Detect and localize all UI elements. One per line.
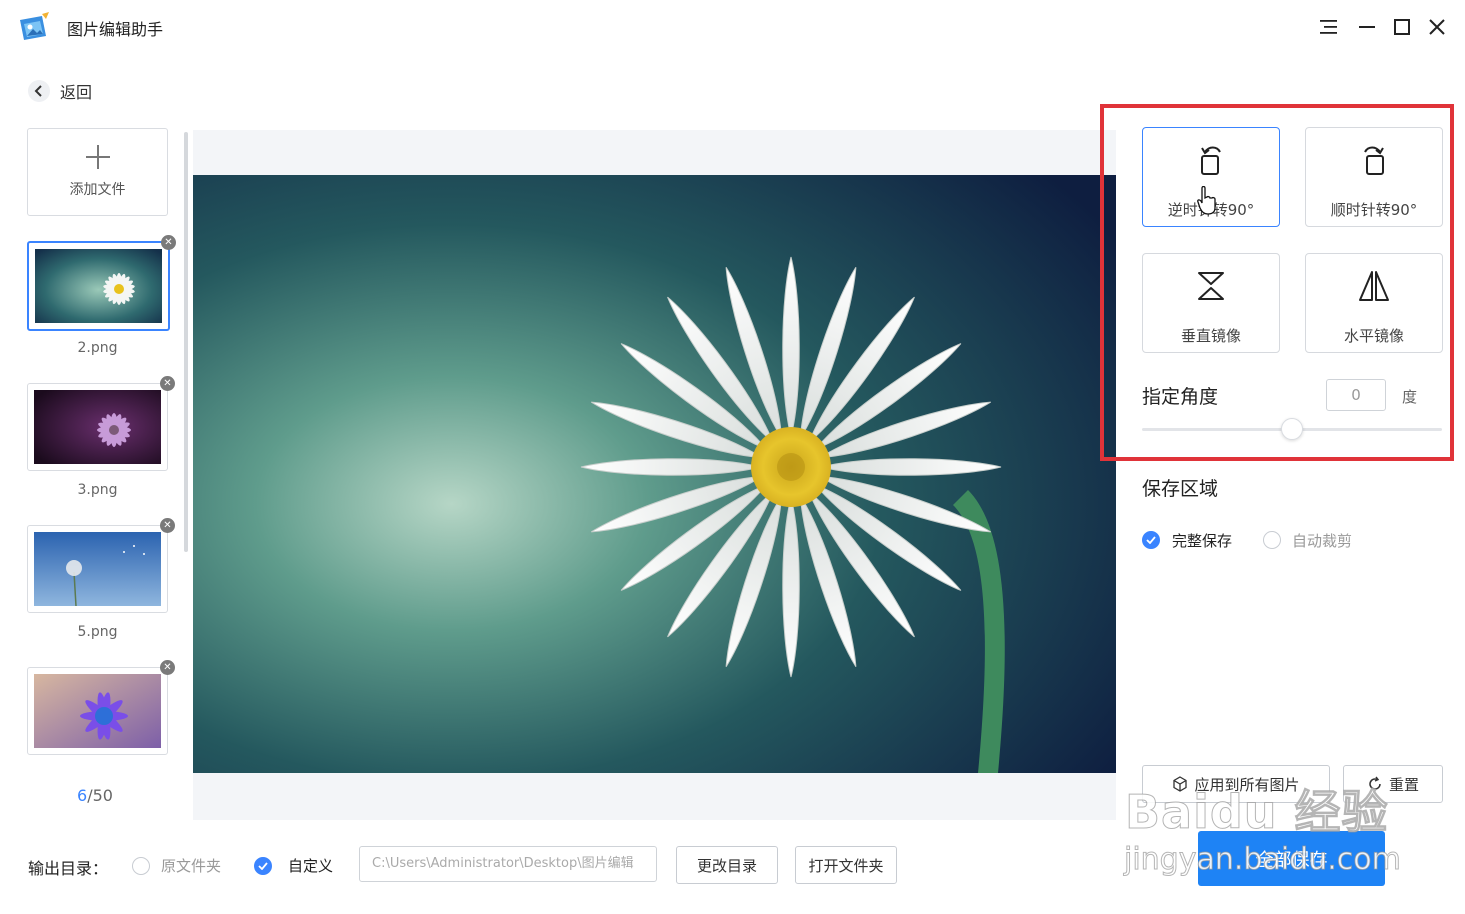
check-icon xyxy=(1146,536,1156,544)
save-all-button[interactable]: 全部保存 xyxy=(1198,831,1385,886)
app-logo-icon xyxy=(20,12,49,40)
flip-vertical-label: 垂直镜像 xyxy=(1180,327,1241,345)
thumbnail-image xyxy=(34,532,161,606)
app-title: 图片编辑助手 xyxy=(67,20,164,39)
save-all-label: 全部保存 xyxy=(1255,849,1328,871)
plus-icon xyxy=(86,145,110,169)
counter-total: /50 xyxy=(87,786,113,805)
menu-icon[interactable] xyxy=(1316,14,1342,40)
refresh-icon xyxy=(1369,776,1381,790)
output-dir-label: 输出目录： xyxy=(28,859,109,878)
flip-horizontal-button[interactable]: 水平镜像 xyxy=(1305,253,1443,353)
reset-label: 重置 xyxy=(1388,775,1419,794)
title-bar: 图片编辑助手 xyxy=(0,0,1465,55)
flip-vertical-button[interactable]: 垂直镜像 xyxy=(1142,253,1280,353)
open-folder-label: 打开文件夹 xyxy=(808,856,884,875)
flip-horizontal-label: 水平镜像 xyxy=(1343,327,1404,345)
rotate-cw-button[interactable]: 顺时针转90° xyxy=(1305,127,1443,227)
hand-cursor-icon xyxy=(1197,186,1216,215)
file-thumbnail[interactable]: ✕ xyxy=(27,376,175,471)
output-path-input[interactable]: C:\Users\Administrator\Desktop\图片编辑 xyxy=(359,846,657,882)
back-label: 返回 xyxy=(60,83,93,102)
rotate-cw-label: 顺时针转90° xyxy=(1330,201,1418,219)
remove-file-icon[interactable]: ✕ xyxy=(160,660,175,675)
thumbnail-image xyxy=(35,249,162,323)
sidebar-scrollbar[interactable] xyxy=(184,132,188,552)
rotate-cw-icon xyxy=(1364,146,1384,175)
apply-all-button[interactable]: 应用到所有图片 xyxy=(1142,765,1330,803)
change-dir-label: 更改目录 xyxy=(696,856,757,875)
chevron-left-icon xyxy=(28,80,50,102)
add-file-label: 添加文件 xyxy=(69,182,126,198)
remove-file-icon[interactable]: ✕ xyxy=(161,235,176,250)
cube-icon xyxy=(1173,776,1188,792)
flip-vertical-icon xyxy=(1198,272,1224,300)
angle-unit: 度 xyxy=(1402,388,1418,406)
save-area-title: 保存区域 xyxy=(1142,478,1219,500)
file-name: 2.png xyxy=(77,340,118,356)
flip-horizontal-icon xyxy=(1359,271,1389,301)
remove-file-icon[interactable]: ✕ xyxy=(160,376,175,391)
maximize-icon[interactable] xyxy=(1389,14,1415,40)
file-thumbnail[interactable]: ✕ xyxy=(27,518,175,613)
remove-file-icon[interactable]: ✕ xyxy=(160,518,175,533)
rotate-ccw-icon xyxy=(1201,146,1221,175)
file-thumbnail[interactable]: ✕ xyxy=(27,660,175,755)
file-counter: 6/50 xyxy=(77,786,113,805)
angle-input[interactable]: 0 xyxy=(1326,379,1386,411)
minimize-icon[interactable] xyxy=(1354,14,1380,40)
file-thumbnail[interactable]: ✕ xyxy=(27,235,176,331)
custom-folder-label: 自定义 xyxy=(288,857,334,875)
auto-crop-label: 自动裁剪 xyxy=(1292,532,1353,550)
add-file-button[interactable]: 添加文件 xyxy=(27,128,168,216)
check-icon xyxy=(258,862,268,870)
change-dir-button[interactable]: 更改目录 xyxy=(676,846,778,884)
apply-all-label: 应用到所有图片 xyxy=(1194,775,1300,794)
radio-original-folder[interactable] xyxy=(132,857,150,875)
open-folder-button[interactable]: 打开文件夹 xyxy=(795,846,897,884)
radio-auto-crop[interactable] xyxy=(1263,531,1281,549)
file-name: 5.png xyxy=(77,624,118,640)
preview-image xyxy=(193,175,1116,773)
counter-current: 6 xyxy=(77,786,88,805)
original-folder-label: 原文件夹 xyxy=(161,857,222,875)
back-button[interactable]: 返回 xyxy=(28,78,92,104)
reset-button[interactable]: 重置 xyxy=(1343,765,1443,803)
thumbnail-image xyxy=(34,390,161,464)
full-save-label: 完整保存 xyxy=(1172,532,1233,550)
angle-title: 指定角度 xyxy=(1142,386,1219,408)
file-name: 3.png xyxy=(77,482,118,498)
close-icon[interactable] xyxy=(1424,14,1450,40)
thumbnail-image xyxy=(34,674,161,748)
angle-slider-thumb[interactable] xyxy=(1281,418,1303,440)
radio-full-save[interactable] xyxy=(1142,531,1160,549)
radio-custom-folder[interactable] xyxy=(254,857,272,875)
